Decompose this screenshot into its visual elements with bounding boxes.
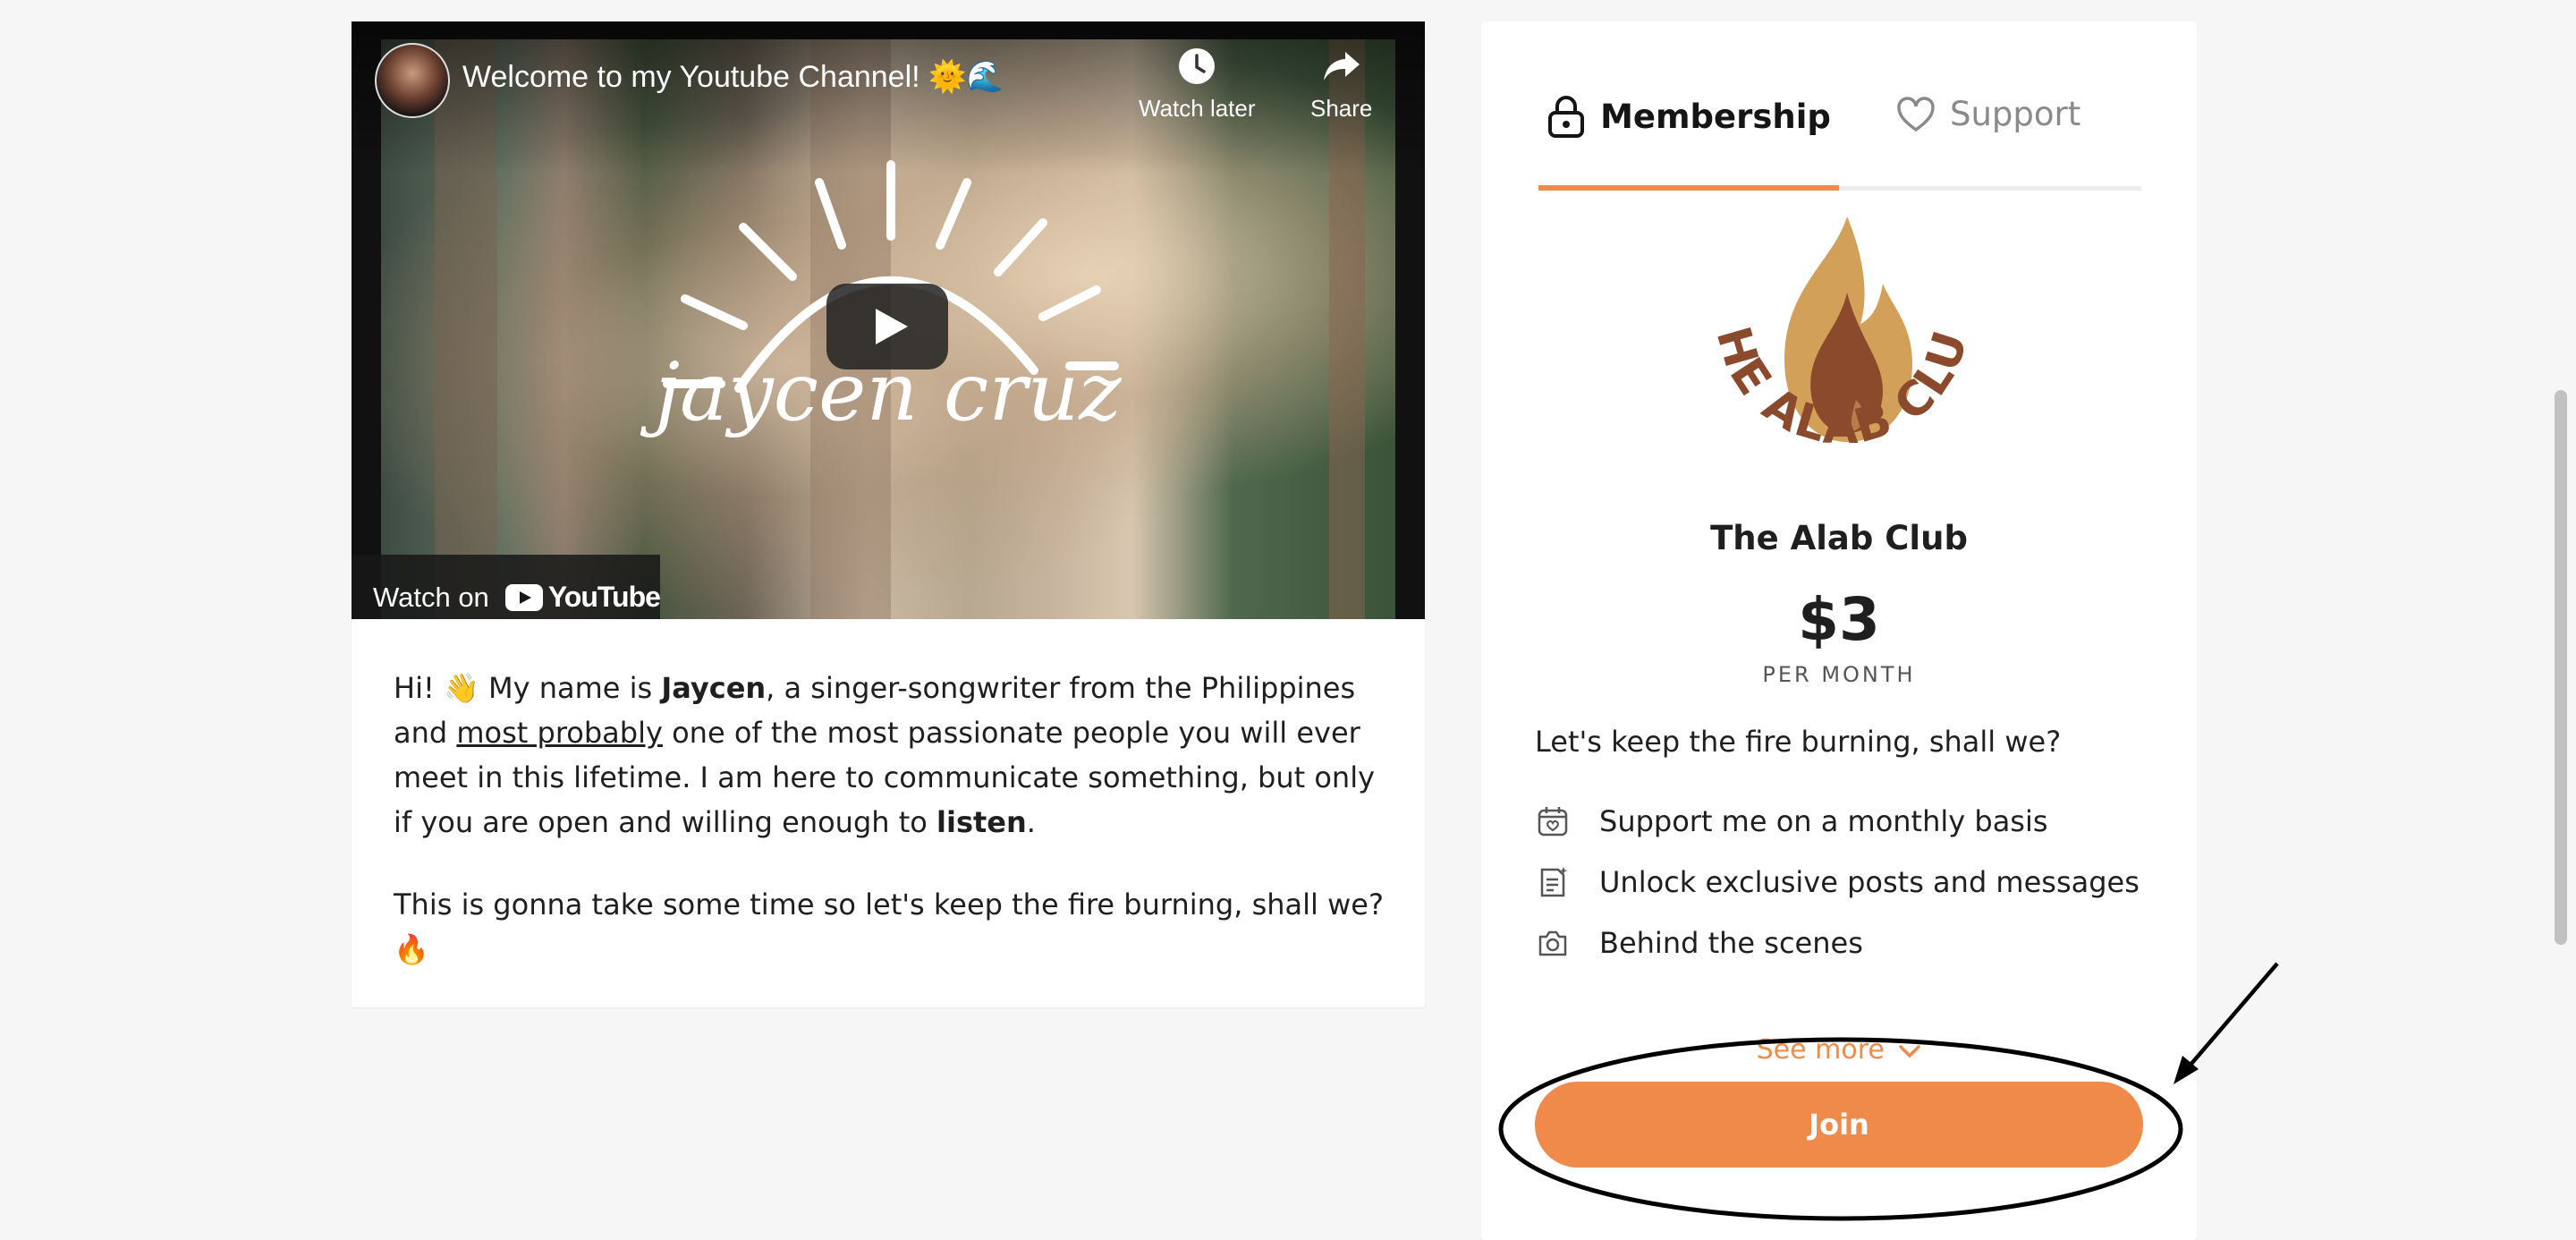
benefit-item: Support me on a monthly basis	[1535, 791, 2140, 852]
benefit-item: Behind the scenes	[1535, 913, 2140, 973]
tab-membership-label: Membership	[1600, 97, 1831, 136]
benefits-list: Support me on a monthly basis Unlock exc…	[1535, 791, 2140, 973]
tier-name: The Alab Club	[1710, 519, 1968, 557]
annotation-arrow	[2184, 962, 2279, 1072]
youtube-embed[interactable]: jaycen cruz Welcome to my Youtube Channe…	[352, 21, 1425, 619]
video-title[interactable]: Welcome to my Youtube Channel! 🌞🌊	[462, 59, 1004, 95]
document-star-icon	[1540, 867, 1568, 897]
tier-tagline: Let's keep the fire burning, shall we?	[1535, 725, 2062, 759]
benefit-item: Unlock exclusive posts and messages	[1535, 852, 2140, 913]
tab-support[interactable]: Support	[1896, 95, 2080, 133]
bio-paragraph-1: Hi! 👋 My name is Jaycen, a singer-songwr…	[394, 671, 1376, 839]
share-icon	[1323, 52, 1360, 81]
benefit-text: Support me on a monthly basis	[1599, 804, 2048, 838]
calendar-heart-icon	[1538, 807, 1568, 837]
watch-on-label: Watch on	[373, 581, 489, 613]
clock-icon	[1179, 48, 1216, 84]
flame-logo-icon: THE ALAB CLUB	[1681, 166, 1977, 454]
tab-support-label: Support	[1950, 95, 2081, 133]
youtube-play-icon	[504, 583, 543, 611]
watch-later-label: Watch later	[1139, 95, 1256, 122]
bio-paragraph-2: This is gonna take some time so let's ke…	[394, 888, 1384, 966]
tier-price: $3	[1798, 585, 1880, 654]
see-more-label: See more	[1756, 1034, 1885, 1066]
play-button[interactable]	[826, 284, 948, 369]
scrollbar-thumb[interactable]	[2555, 390, 2567, 945]
camera-icon	[1538, 930, 1567, 956]
tab-bar: Membership Support	[1538, 75, 2141, 191]
tab-membership[interactable]: Membership	[1538, 95, 1839, 138]
most-probably-link[interactable]: most probably	[456, 716, 663, 750]
share-label: Share	[1310, 95, 1373, 122]
intro-card: jaycen cruz Welcome to my Youtube Channe…	[352, 21, 1425, 1007]
see-more-link[interactable]: See more	[1481, 1034, 2197, 1066]
youtube-logo: YouTube	[504, 581, 661, 614]
benefit-text: Unlock exclusive posts and messages	[1599, 865, 2140, 899]
watch-on-youtube-link[interactable]: Watch on YouTube	[352, 555, 661, 619]
bio-text: Hi! 👋 My name is Jaycen, a singer-songwr…	[394, 666, 1395, 1009]
active-tab-indicator	[1538, 185, 1839, 191]
membership-card: Membership Support THE ALAB CLUB The Ala…	[1481, 21, 2197, 1240]
watch-later-button[interactable]: Watch later	[1139, 47, 1256, 123]
share-button[interactable]: Share	[1310, 47, 1372, 123]
chevron-down-icon	[1899, 1044, 1921, 1057]
lock-icon	[1548, 96, 1585, 138]
heart-icon	[1897, 96, 1935, 132]
join-button[interactable]: Join	[1535, 1082, 2143, 1168]
channel-avatar[interactable]	[375, 43, 450, 118]
benefit-text: Behind the scenes	[1599, 926, 1863, 960]
billing-period: PER MONTH	[1762, 662, 1916, 687]
alab-club-logo: THE ALAB CLUB	[1681, 166, 1986, 503]
